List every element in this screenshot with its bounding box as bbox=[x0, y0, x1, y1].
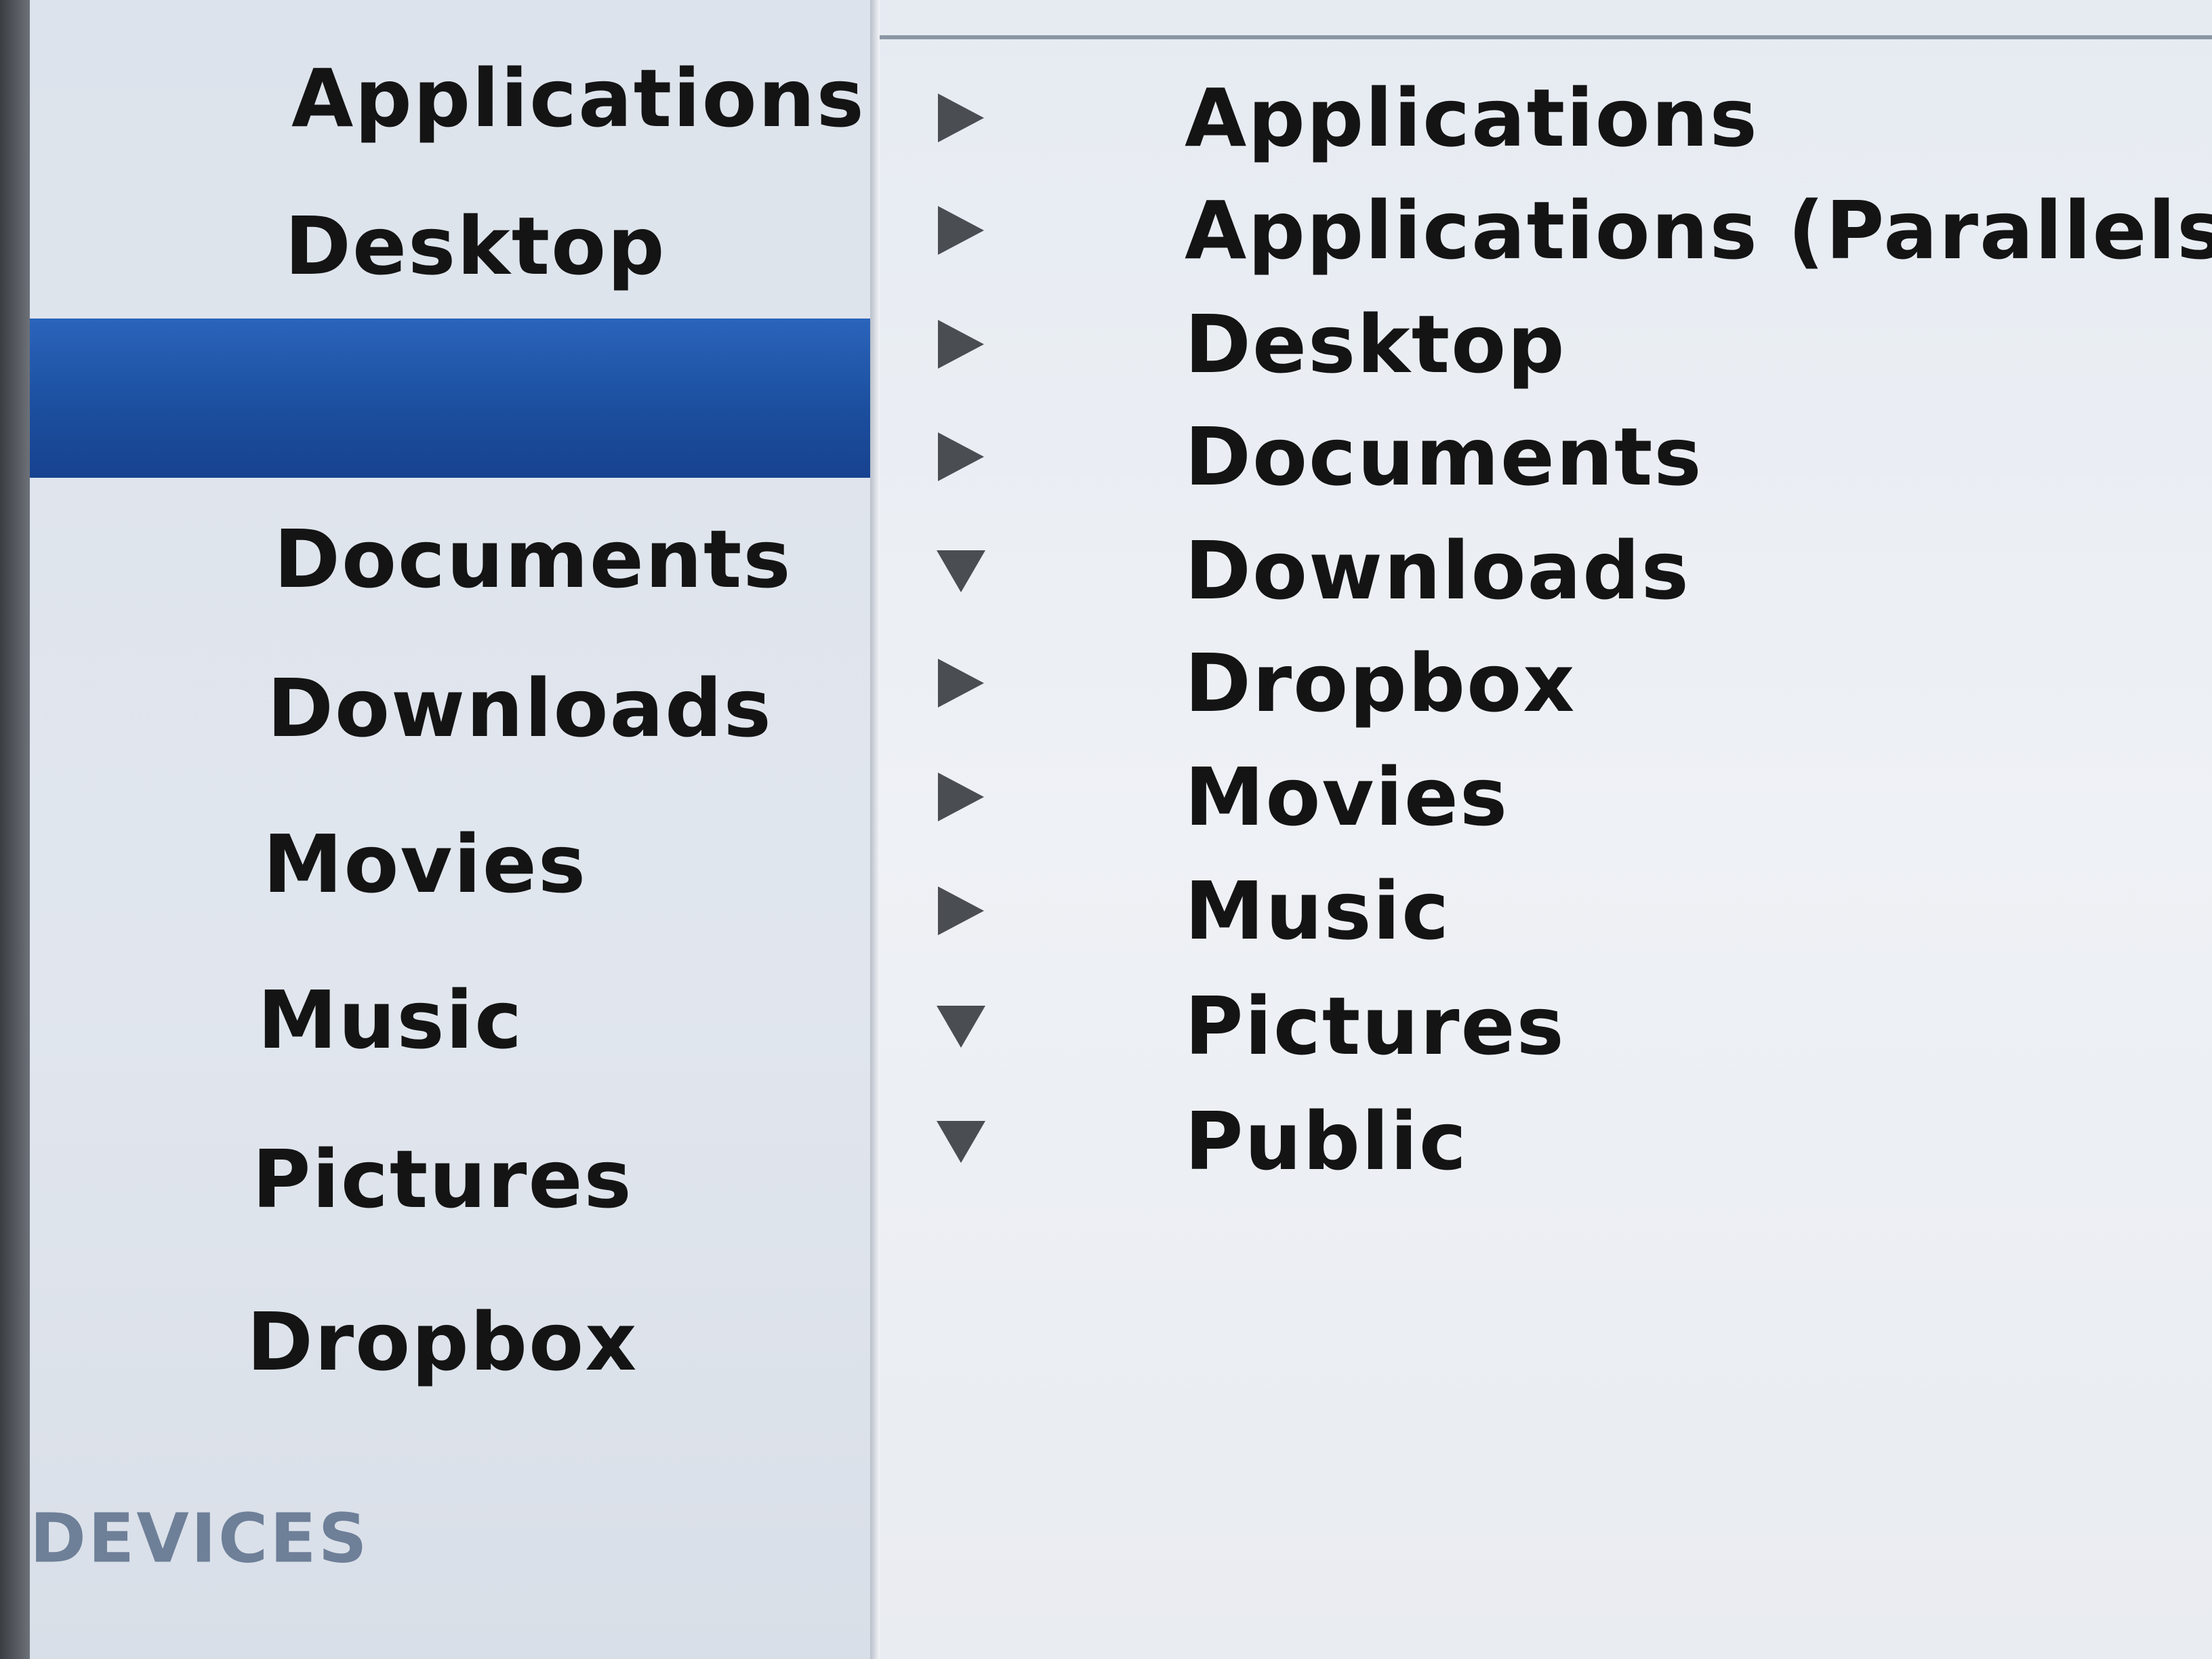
sidebar-item-movies[interactable]: Movies bbox=[30, 800, 870, 928]
disclosure-triangle-down-icon[interactable] bbox=[934, 544, 988, 598]
list-item[interactable]: Pictures bbox=[880, 969, 2212, 1083]
file-name: Applications (Parallels) bbox=[1185, 184, 2212, 277]
file-name: Applications bbox=[1185, 71, 1759, 165]
list-item[interactable]: Public bbox=[880, 1084, 2212, 1198]
sidebar-item-selected[interactable] bbox=[30, 319, 870, 478]
list-item[interactable]: Downloads bbox=[880, 514, 2212, 628]
section-header-devices: DEVICES bbox=[30, 1491, 870, 1586]
sidebar-item-downloads[interactable]: Downloads bbox=[30, 644, 870, 773]
sidebar-item-applications[interactable]: Applications bbox=[30, 34, 870, 163]
list-item[interactable]: Movies bbox=[880, 740, 2212, 854]
list-item[interactable]: Dropbox bbox=[880, 626, 2212, 740]
list-item[interactable]: Documents bbox=[880, 400, 2212, 514]
sidebar-item-label: Downloads bbox=[267, 661, 773, 755]
sidebar-item-pictures[interactable]: Pictures bbox=[30, 1115, 870, 1244]
file-name: Pictures bbox=[1185, 979, 1565, 1073]
list-item[interactable]: Desktop bbox=[880, 287, 2212, 401]
sidebar-divider[interactable] bbox=[870, 0, 880, 1659]
file-name: Documents bbox=[1185, 410, 1703, 504]
sidebar-item-label: Movies bbox=[263, 817, 588, 911]
list-item[interactable]: Applications bbox=[880, 61, 2212, 175]
sidebar-item-label: Documents bbox=[274, 512, 792, 606]
disclosure-triangle-right-icon[interactable] bbox=[934, 430, 988, 484]
disclosure-triangle-right-icon[interactable] bbox=[934, 770, 988, 824]
disclosure-triangle-down-icon[interactable] bbox=[934, 1114, 988, 1168]
list-item[interactable]: Applications (Parallels) bbox=[880, 173, 2212, 287]
file-name: Dropbox bbox=[1185, 636, 1576, 730]
disclosure-triangle-right-icon[interactable] bbox=[934, 203, 988, 258]
file-name: Downloads bbox=[1185, 524, 1690, 617]
sidebar-item-label: Desktop bbox=[285, 199, 666, 293]
sidebar-item-label: Applications bbox=[291, 52, 865, 145]
disclosure-triangle-right-icon[interactable] bbox=[934, 884, 988, 938]
list-item[interactable]: Music bbox=[880, 854, 2212, 968]
file-name: Public bbox=[1185, 1094, 1468, 1188]
sidebar: Applications Desktop Documents Downloads… bbox=[30, 0, 870, 1659]
disclosure-triangle-down-icon[interactable] bbox=[934, 999, 988, 1053]
sidebar-item-label: Music bbox=[258, 973, 524, 1067]
sidebar-item-dropbox[interactable]: Dropbox bbox=[30, 1277, 870, 1406]
sidebar-item-desktop[interactable]: Desktop bbox=[30, 182, 870, 310]
disclosure-triangle-right-icon[interactable] bbox=[934, 656, 988, 710]
list-header-border bbox=[880, 35, 2212, 39]
sidebar-item-label: Dropbox bbox=[247, 1295, 638, 1389]
disclosure-triangle-right-icon[interactable] bbox=[934, 317, 988, 371]
section-header-label: DEVICES bbox=[30, 1498, 369, 1578]
sidebar-item-documents[interactable]: Documents bbox=[30, 495, 870, 623]
file-name: Music bbox=[1185, 864, 1451, 958]
disclosure-triangle-right-icon[interactable] bbox=[934, 91, 988, 145]
sidebar-item-label: Pictures bbox=[252, 1132, 633, 1226]
sidebar-item-music[interactable]: Music bbox=[30, 956, 870, 1084]
window-left-edge bbox=[0, 0, 30, 1659]
file-list: Applications Applications (Parallels) De… bbox=[880, 0, 2212, 1659]
file-name: Movies bbox=[1185, 750, 1509, 844]
file-name: Desktop bbox=[1185, 298, 1566, 391]
finder-window: Applications Desktop Documents Downloads… bbox=[0, 0, 2212, 1659]
